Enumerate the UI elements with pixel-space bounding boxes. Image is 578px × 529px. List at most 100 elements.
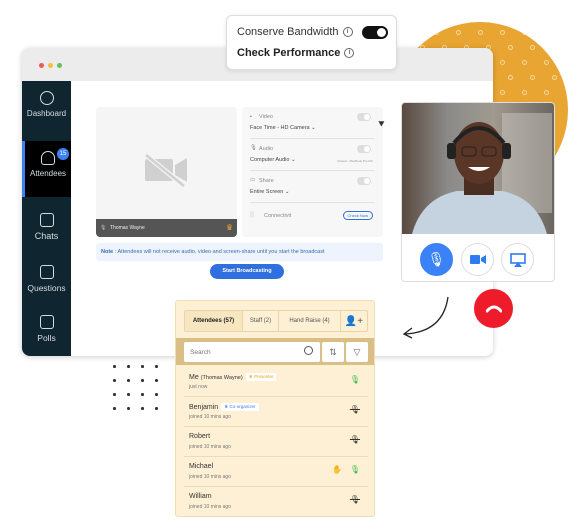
attendee-name: Michael <box>189 463 213 470</box>
video-device-select[interactable]: Face Time - HD Camera ⌄ <box>250 125 316 131</box>
video-icon: ▪ <box>250 114 252 120</box>
audio-device-select[interactable]: Computer Audio ⌄ <box>250 157 296 163</box>
tab-attendees[interactable]: Attendees (57) <box>185 311 243 331</box>
add-attendee-button[interactable]: 👤+ <box>341 311 367 331</box>
end-call-button[interactable] <box>474 289 513 328</box>
circle-dot <box>500 60 505 65</box>
circle-dot <box>544 90 549 95</box>
mic-icon: 🎙 <box>427 251 446 267</box>
dot <box>155 407 158 410</box>
sidebar-item-dashboard[interactable]: Dashboard <box>22 81 71 137</box>
filter-icon: ▽ <box>353 346 361 357</box>
sort-az-icon: ⇅ <box>329 346 337 357</box>
tab-staff[interactable]: Staff (2) <box>243 311 279 331</box>
circle-dot <box>500 30 505 35</box>
audio-hint: Default - MacBook Pro Mic <box>337 159 373 163</box>
attendee-row[interactable]: Robert joined 10 mins ago 🎙 <box>184 428 368 457</box>
sidebar-item-attendees[interactable]: 15 Attendees <box>22 141 71 197</box>
attendee-row[interactable]: Michael joined 10 mins ago ✋ 🎙 <box>184 458 368 487</box>
mic-muted-icon[interactable]: 🎙 <box>350 435 360 444</box>
sidebar-item-questions[interactable]: Questions <box>22 255 71 311</box>
share-toggle[interactable] <box>357 177 371 185</box>
attendee-row[interactable]: William joined 10 mins ago 🎙 <box>184 488 368 517</box>
sidebar-item-label: Dashboard <box>26 109 67 118</box>
role-text: Co-organizer <box>229 404 256 409</box>
sidebar-item-label: Chats <box>34 231 59 241</box>
circle-dot <box>552 75 557 80</box>
sidebar-item-chats[interactable]: Chats <box>22 203 71 259</box>
filter-button[interactable]: ▽ <box>346 342 368 362</box>
camera-icon <box>469 255 486 264</box>
attendee-row[interactable]: Me (Thomas Wayne) ♛ Presenter just now 🎙 <box>184 368 368 397</box>
note-prefix: Note <box>101 249 114 255</box>
circle-dot <box>530 45 535 50</box>
note-text: : Attendees will not receive audio, vide… <box>113 249 325 255</box>
add-user-icon: 👤+ <box>344 315 364 327</box>
decorative-dots <box>113 365 159 411</box>
circle-dot <box>552 45 557 50</box>
sidebar-item-label: Attendees <box>29 169 67 178</box>
circle-dot <box>544 30 549 35</box>
mic-on-icon[interactable]: 🎙 <box>350 465 360 474</box>
sort-button[interactable]: ⇅ <box>322 342 344 362</box>
check-now-button[interactable]: Check Now <box>342 211 373 220</box>
name-text: Michael <box>189 463 214 470</box>
info-icon[interactable]: i <box>344 48 355 59</box>
minimize-window-button[interactable] <box>48 63 53 68</box>
close-window-button[interactable] <box>39 63 44 68</box>
tab-label: Hand Raise (4) <box>289 318 330 324</box>
hang-up-icon <box>485 305 502 312</box>
arrow-icon <box>402 296 449 339</box>
audio-toggle[interactable] <box>357 145 371 153</box>
sidebar-item-polls[interactable]: Polls <box>22 305 71 356</box>
start-broadcasting-button[interactable]: Start Broadcasting <box>210 264 284 279</box>
camera-button[interactable] <box>461 243 494 276</box>
camera-off-icon <box>144 153 187 187</box>
dot <box>141 365 144 368</box>
mic-on-icon[interactable]: 🎙 <box>350 375 360 384</box>
attendee-name: Me (Thomas Wayne) ♛ Presenter <box>189 373 277 381</box>
maximize-window-button[interactable] <box>57 63 62 68</box>
share-setting: ▭ Share Entire Screen ⌄ <box>250 171 375 203</box>
dot <box>155 393 158 396</box>
join-time: joined 10 mins ago <box>189 414 231 420</box>
hand-raised-icon: ✋ <box>332 465 342 474</box>
connectivity-setting: ░ Connectivit Check Now <box>250 203 375 235</box>
search-bar: ⇅ ▽ <box>176 338 374 365</box>
search-input[interactable] <box>184 342 320 362</box>
video-setting: ▪ Video Face Time - HD Camera ⌄ <box>250 107 375 139</box>
mic-muted-icon[interactable]: 🎙 <box>350 405 360 414</box>
video-toggle[interactable] <box>357 113 371 121</box>
conserve-bandwidth-toggle[interactable] <box>362 26 388 39</box>
tab-hand-raise[interactable]: Hand Raise (4) <box>279 311 341 331</box>
screen-share-button[interactable] <box>501 243 534 276</box>
join-time: joined 10 mins ago <box>189 474 231 480</box>
join-time: joined 10 mins ago <box>189 444 231 450</box>
dot <box>113 393 116 396</box>
participant-name-bar: 🎙 Thomas Wayne ♛ <box>96 219 237 237</box>
share-option: Entire Screen <box>250 189 284 195</box>
screen-icon: ▭ <box>250 177 256 183</box>
role-tag: ♛ Co-organizer <box>221 403 259 411</box>
dot <box>141 379 144 382</box>
dot <box>141 393 144 396</box>
airplay-icon <box>509 252 526 267</box>
attendee-name: Benjamin ♛ Co-organizer <box>189 403 259 411</box>
info-icon[interactable]: i <box>342 27 353 38</box>
share-select[interactable]: Entire Screen ⌄ <box>250 189 289 195</box>
circle-dot <box>522 90 527 95</box>
audio-setting: 🎙 Audio Computer Audio ⌄ Default - MacBo… <box>250 139 375 171</box>
attendee-name: Robert <box>189 433 210 440</box>
mic-button[interactable]: 🎙 <box>420 243 453 276</box>
attendee-row[interactable]: Benjamin ♛ Co-organizer joined 10 mins ago… <box>184 398 368 427</box>
circle-dot <box>522 60 527 65</box>
check-performance-link[interactable]: Check Performance <box>237 47 340 59</box>
dot <box>127 393 130 396</box>
name-sub: (Thomas Wayne) <box>200 374 243 381</box>
mic-muted-icon[interactable]: 🎙 <box>350 495 360 504</box>
circle-dot <box>456 30 461 35</box>
tab-label: Staff (2) <box>249 318 272 324</box>
cursor-icon: ⯆ <box>377 119 386 131</box>
crown-icon: ♛ <box>225 223 233 232</box>
conserve-bandwidth-label: Conserve Bandwidth <box>237 26 339 38</box>
